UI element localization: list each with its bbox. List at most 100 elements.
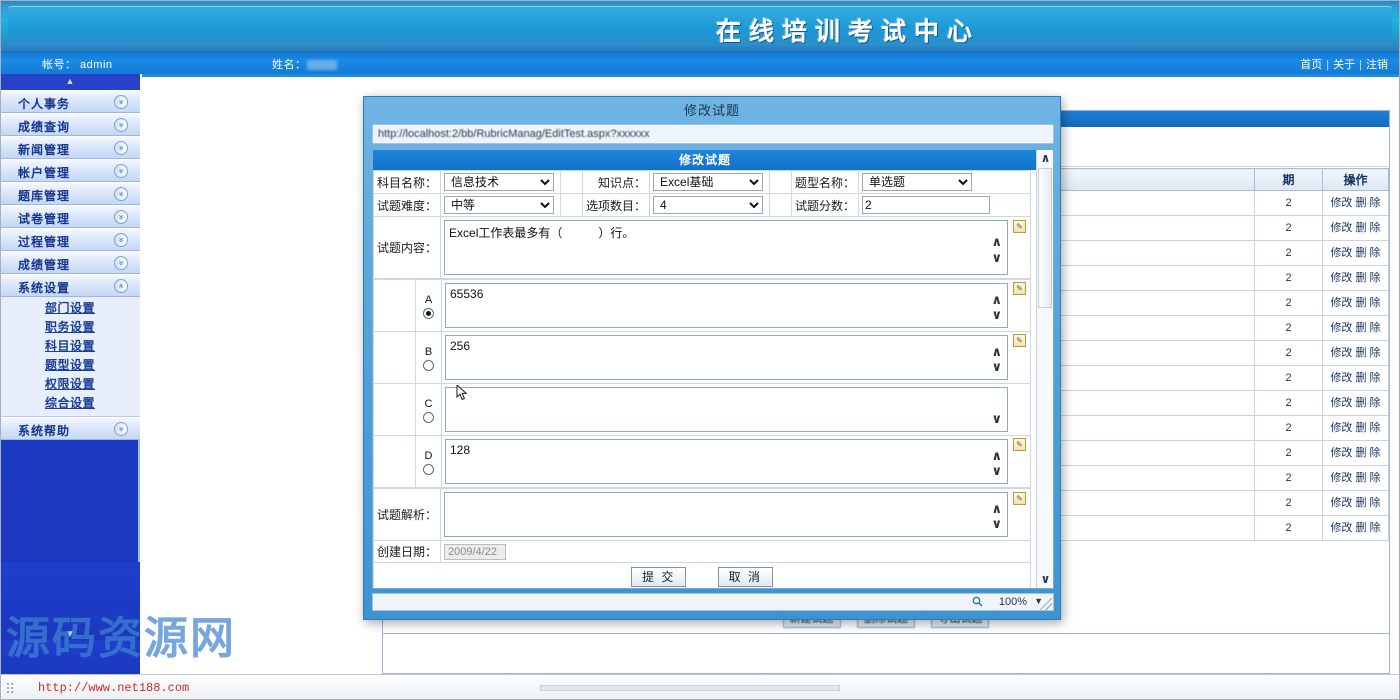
option-scroll-up-B[interactable]: ∧ bbox=[991, 345, 1002, 358]
delete-link[interactable]: 删 除 bbox=[1356, 347, 1381, 359]
sidebar-item-5[interactable]: 综合设置 bbox=[45, 396, 95, 410]
nav-logout[interactable]: 注销 bbox=[1366, 59, 1388, 71]
dialog-address-bar[interactable]: http://localhost:2/bb/RubricManag/EditTe… bbox=[372, 124, 1054, 144]
sidebar-group-3[interactable]: 帐户管理 » bbox=[0, 159, 140, 182]
difficulty-select[interactable]: 中等 bbox=[444, 196, 555, 214]
option-textarea-A[interactable]: 65536 ∧ ∨ bbox=[445, 283, 1008, 328]
resize-grip-icon[interactable] bbox=[1040, 598, 1052, 610]
sidebar-item-0[interactable]: 部门设置 bbox=[45, 301, 95, 315]
option-textarea-C[interactable]: ∨ bbox=[445, 387, 1008, 432]
sidebar-collapse-up[interactable]: ▲ bbox=[0, 74, 140, 90]
option-scroll-up-A[interactable]: ∧ bbox=[991, 293, 1002, 306]
edit-link[interactable]: 修改 bbox=[1330, 422, 1352, 434]
chevron-down-icon[interactable]: » bbox=[114, 95, 128, 109]
delete-link[interactable]: 删 除 bbox=[1356, 447, 1381, 459]
delete-link[interactable]: 删 除 bbox=[1356, 472, 1381, 484]
option-radio-B[interactable] bbox=[423, 359, 434, 371]
chevron-down-icon[interactable]: » bbox=[114, 141, 128, 155]
content-scroll-up[interactable]: ∧ bbox=[991, 235, 1002, 248]
nav-about[interactable]: 关于 bbox=[1333, 59, 1355, 71]
option-scroll-down-D[interactable]: ∨ bbox=[991, 464, 1002, 477]
option-textarea-D[interactable]: 128 ∧ ∨ bbox=[445, 439, 1008, 484]
option-textarea-B[interactable]: 256 ∧ ∨ bbox=[445, 335, 1008, 380]
edit-link[interactable]: 修改 bbox=[1330, 447, 1352, 459]
option-radio-D[interactable] bbox=[423, 463, 434, 475]
delete-link[interactable]: 删 除 bbox=[1356, 322, 1381, 334]
content-scroll-down[interactable]: ∨ bbox=[991, 251, 1002, 264]
sidebar-group-2[interactable]: 新闻管理 » bbox=[0, 136, 140, 159]
delete-link[interactable]: 删 除 bbox=[1356, 297, 1381, 309]
content-textarea[interactable]: Excel工作表最多有（ ）行。 ∧ ∨ bbox=[444, 220, 1008, 275]
edit-link[interactable]: 修改 bbox=[1330, 297, 1352, 309]
option-scroll-down-A[interactable]: ∨ bbox=[991, 308, 1002, 321]
analysis-edit-icon[interactable]: ✎ bbox=[1013, 492, 1026, 505]
analysis-textarea[interactable]: ∧ ∨ bbox=[444, 492, 1008, 537]
chevron-down-icon[interactable]: » bbox=[114, 233, 128, 247]
option-scroll-down-C[interactable]: ∨ bbox=[991, 412, 1002, 425]
scroll-thumb[interactable] bbox=[1038, 168, 1052, 308]
delete-link[interactable]: 删 除 bbox=[1356, 372, 1381, 384]
submit-button[interactable]: 提 交 bbox=[630, 566, 687, 587]
delete-link[interactable]: 删 除 bbox=[1356, 397, 1381, 409]
scroll-up-arrow[interactable]: ∧ bbox=[1037, 150, 1053, 167]
edit-link[interactable]: 修改 bbox=[1330, 272, 1352, 284]
sidebar-group-1[interactable]: 成绩查询 » bbox=[0, 113, 140, 136]
delete-link[interactable]: 删 除 bbox=[1356, 422, 1381, 434]
delete-link[interactable]: 删 除 bbox=[1356, 522, 1381, 534]
edit-link[interactable]: 修改 bbox=[1330, 472, 1352, 484]
cancel-button[interactable]: 取 消 bbox=[717, 566, 774, 587]
subject-select[interactable]: 信息技术 bbox=[444, 173, 555, 191]
cell-operations: 修改 删 除 bbox=[1322, 290, 1389, 316]
edit-link[interactable]: 修改 bbox=[1330, 347, 1352, 359]
edit-link[interactable]: 修改 bbox=[1330, 397, 1352, 409]
edit-link[interactable]: 修改 bbox=[1330, 197, 1352, 209]
type-select[interactable]: 单选题 bbox=[862, 173, 973, 191]
option-radio-A[interactable] bbox=[423, 307, 434, 319]
chevron-down-icon[interactable]: » bbox=[114, 210, 128, 224]
sidebar-item-1[interactable]: 职务设置 bbox=[45, 320, 95, 334]
edit-link[interactable]: 修改 bbox=[1330, 372, 1352, 384]
delete-link[interactable]: 删 除 bbox=[1356, 272, 1381, 284]
sidebar-group-8[interactable]: 系统设置 « bbox=[0, 274, 140, 297]
chevron-down-icon[interactable]: » bbox=[114, 164, 128, 178]
analysis-scroll-up[interactable]: ∧ bbox=[991, 502, 1002, 515]
option-scroll-up-D[interactable]: ∧ bbox=[991, 449, 1002, 462]
edit-link[interactable]: 修改 bbox=[1330, 222, 1352, 234]
sidebar-group-6[interactable]: 过程管理 » bbox=[0, 228, 140, 251]
analysis-scroll-down[interactable]: ∨ bbox=[991, 517, 1002, 530]
option-edit-icon-D[interactable]: ✎ bbox=[1013, 438, 1026, 451]
edit-link[interactable]: 修改 bbox=[1330, 522, 1352, 534]
options-count-select[interactable]: 4 bbox=[653, 196, 764, 214]
delete-link[interactable]: 删 除 bbox=[1356, 222, 1381, 234]
delete-link[interactable]: 删 除 bbox=[1356, 197, 1381, 209]
chevron-down-icon[interactable]: » bbox=[114, 187, 128, 201]
option-scroll-down-B[interactable]: ∨ bbox=[991, 360, 1002, 373]
chevron-down-icon[interactable]: » bbox=[114, 118, 128, 132]
sidebar-item-2[interactable]: 科目设置 bbox=[45, 339, 95, 353]
option-radio-C[interactable] bbox=[423, 411, 434, 423]
chevron-down-icon[interactable]: » bbox=[114, 422, 128, 436]
sidebar-item-3[interactable]: 题型设置 bbox=[45, 358, 95, 372]
sidebar-group-4[interactable]: 题库管理 » bbox=[0, 182, 140, 205]
edit-link[interactable]: 修改 bbox=[1330, 247, 1352, 259]
edit-link[interactable]: 修改 bbox=[1330, 322, 1352, 334]
edit-link[interactable]: 修改 bbox=[1330, 497, 1352, 509]
option-edit-icon-A[interactable]: ✎ bbox=[1013, 282, 1026, 295]
option-edit-icon-B[interactable]: ✎ bbox=[1013, 334, 1026, 347]
zoom-level[interactable]: 100% bbox=[999, 596, 1027, 608]
delete-link[interactable]: 删 除 bbox=[1356, 497, 1381, 509]
sidebar-group-9[interactable]: 系统帮助 » bbox=[0, 417, 140, 440]
chevron-up-icon[interactable]: « bbox=[114, 279, 128, 293]
chevron-down-icon[interactable]: » bbox=[114, 256, 128, 270]
scroll-down-arrow[interactable]: ∨ bbox=[1037, 571, 1053, 588]
sidebar-group-0[interactable]: 个人事务 » bbox=[0, 90, 140, 113]
score-input[interactable] bbox=[862, 196, 991, 214]
sidebar-group-5[interactable]: 试卷管理 » bbox=[0, 205, 140, 228]
delete-link[interactable]: 删 除 bbox=[1356, 247, 1381, 259]
sidebar-group-7[interactable]: 成绩管理 » bbox=[0, 251, 140, 274]
sidebar-item-4[interactable]: 权限设置 bbox=[45, 377, 95, 391]
content-edit-icon[interactable]: ✎ bbox=[1013, 220, 1026, 233]
knowledge-select[interactable]: Excel基础 bbox=[653, 173, 764, 191]
dialog-vertical-scrollbar[interactable]: ∧ ∨ bbox=[1036, 150, 1053, 588]
nav-home[interactable]: 首页 bbox=[1300, 59, 1322, 71]
